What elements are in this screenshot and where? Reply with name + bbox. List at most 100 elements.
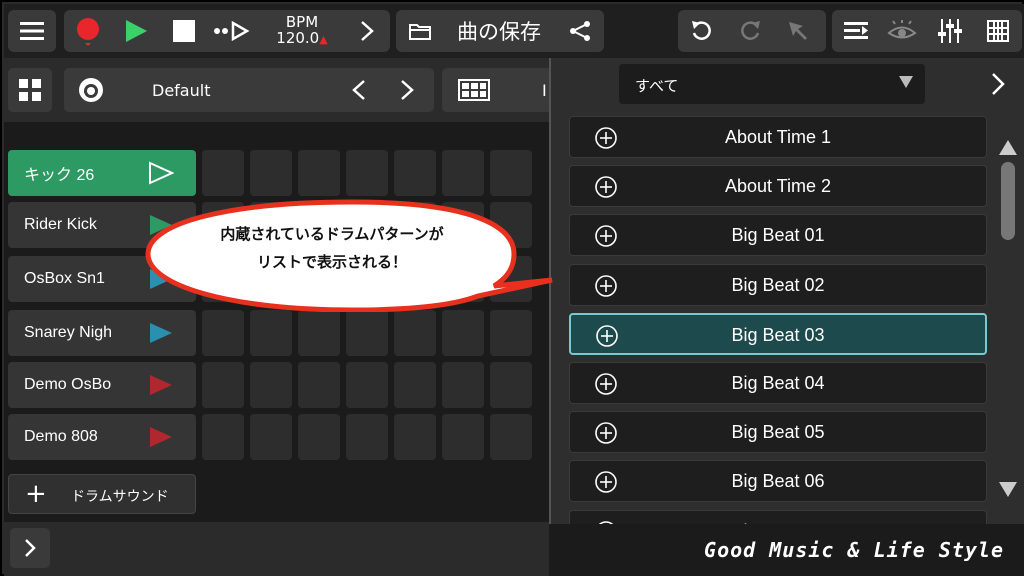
kit-bar: Default I xyxy=(4,60,552,122)
song-title[interactable]: 曲の保存 xyxy=(444,10,554,52)
stop-button[interactable] xyxy=(164,10,204,52)
pattern-list-item[interactable]: About Time 1 xyxy=(569,116,987,158)
track-row[interactable]: Snarey Nigh xyxy=(8,310,196,356)
add-drum-sound-button[interactable]: + ドラムサウンド xyxy=(8,474,196,514)
pattern-list-item[interactable]: Big Beat 02 xyxy=(569,263,987,306)
pattern-name: Big Beat 02 xyxy=(731,274,825,295)
pads-view-button[interactable] xyxy=(8,68,52,112)
step-pad[interactable] xyxy=(346,414,388,460)
play-button[interactable] xyxy=(116,10,156,52)
step-pad[interactable] xyxy=(298,414,340,460)
hamburger-icon xyxy=(8,10,56,52)
pattern-list-item[interactable]: Big Beat 03 xyxy=(569,312,987,355)
step-pad[interactable] xyxy=(346,150,388,196)
step-pad[interactable] xyxy=(442,150,484,196)
chevron-right-icon xyxy=(361,21,374,41)
step-pad[interactable] xyxy=(394,414,436,460)
track-row[interactable]: Demo 808 xyxy=(8,414,196,460)
chevron-right-icon[interactable] xyxy=(400,79,414,101)
redo-button[interactable] xyxy=(730,10,770,52)
select-tool-button[interactable] xyxy=(778,10,818,52)
track-label: キック 26 xyxy=(24,167,95,184)
undo-button[interactable] xyxy=(682,10,722,52)
step-pad[interactable] xyxy=(490,150,532,196)
pattern-list-item[interactable]: About Time 2 xyxy=(569,165,987,208)
bpm-label: BPM xyxy=(285,13,319,31)
step-pad[interactable] xyxy=(394,310,436,356)
pattern-name: About Time 1 xyxy=(724,127,832,147)
track-play-icon[interactable] xyxy=(148,373,174,397)
track-play-icon[interactable] xyxy=(148,321,174,345)
view-button[interactable] xyxy=(880,10,924,52)
step-pad[interactable] xyxy=(298,362,340,408)
step-pad[interactable] xyxy=(442,414,484,460)
step-pad[interactable] xyxy=(490,310,532,356)
arrange-button[interactable] xyxy=(834,10,878,52)
pattern-name: Big Beat 01 xyxy=(731,225,825,246)
pattern-list-item[interactable]: Big Beat 04 xyxy=(569,362,987,404)
step-pad[interactable] xyxy=(250,310,292,356)
expand-button[interactable] xyxy=(10,528,50,568)
step-pad[interactable] xyxy=(298,150,340,196)
step-pad[interactable] xyxy=(202,150,244,196)
step-pad[interactable] xyxy=(250,150,292,196)
kit-name: Default xyxy=(152,81,211,100)
open-folder-button[interactable] xyxy=(400,10,440,52)
loop-button[interactable] xyxy=(210,10,254,52)
pattern-grid-icon xyxy=(458,79,490,101)
chevron-left-icon[interactable] xyxy=(352,79,366,101)
transport-group: BPM 120.0▲ xyxy=(64,10,390,52)
share-button[interactable] xyxy=(560,10,600,52)
step-pad[interactable] xyxy=(442,362,484,408)
step-pad[interactable] xyxy=(298,310,340,356)
track-row[interactable]: キック 26 xyxy=(8,150,196,196)
step-pad[interactable] xyxy=(346,310,388,356)
arrow-cursor-icon xyxy=(789,22,807,40)
step-pad[interactable] xyxy=(490,414,532,460)
pattern-name: About Time 2 xyxy=(724,176,832,197)
category-filter-select[interactable]: すべて xyxy=(619,64,925,104)
next-button[interactable] xyxy=(348,10,386,52)
step-pad[interactable] xyxy=(202,310,244,356)
chevron-right-icon[interactable] xyxy=(991,72,1005,96)
track-label: Rider Kick xyxy=(24,216,97,233)
menu-button[interactable] xyxy=(8,10,56,52)
edit-group xyxy=(678,10,826,52)
kit-selector[interactable]: Default xyxy=(64,68,434,112)
pattern-name: Big Beat 04 xyxy=(731,373,825,393)
pattern-list-item[interactable]: Big Beat 06 xyxy=(569,460,987,503)
track-row[interactable]: Demo OsBo xyxy=(8,362,196,408)
tools-group xyxy=(832,10,1022,52)
record-icon xyxy=(77,18,99,46)
track-play-icon[interactable] xyxy=(148,161,174,185)
mixer-button[interactable] xyxy=(928,10,972,52)
pattern-list-item[interactable]: Big Beat 07 xyxy=(569,509,987,524)
track-play-icon[interactable] xyxy=(148,425,174,449)
step-pad[interactable] xyxy=(394,150,436,196)
step-pad[interactable] xyxy=(250,362,292,408)
step-pad[interactable] xyxy=(202,362,244,408)
scrollbar-thumb[interactable] xyxy=(1001,162,1015,240)
top-toolbar: BPM 120.0▲ 曲の保存 xyxy=(4,4,1024,58)
scroll-down-arrow-icon[interactable] xyxy=(999,482,1017,497)
grid-button[interactable] xyxy=(976,10,1020,52)
brand-watermark: Good Music & Life Style xyxy=(704,538,1004,562)
grid-four-icon xyxy=(19,79,41,101)
step-pad[interactable] xyxy=(394,362,436,408)
scroll-up-arrow-icon[interactable] xyxy=(999,140,1017,155)
bpm-display[interactable]: BPM 120.0▲ xyxy=(264,10,340,52)
step-pad[interactable] xyxy=(346,362,388,408)
brand-bar: Good Music & Life Style xyxy=(549,524,1024,576)
record-button[interactable] xyxy=(68,10,108,52)
pattern-name-partial: I xyxy=(542,81,547,100)
step-pad[interactable] xyxy=(202,414,244,460)
step-pad[interactable] xyxy=(442,310,484,356)
metronome-icon: ▲ xyxy=(319,33,328,46)
pattern-view-button[interactable]: I xyxy=(442,68,552,112)
pattern-list-item[interactable]: Big Beat 05 xyxy=(569,411,987,454)
step-pad[interactable] xyxy=(490,362,532,408)
step-pad[interactable] xyxy=(250,414,292,460)
keyboard-grid-icon xyxy=(987,20,1009,42)
pattern-list-item[interactable]: Big Beat 01 xyxy=(569,214,987,257)
chevron-right-icon xyxy=(25,539,36,557)
